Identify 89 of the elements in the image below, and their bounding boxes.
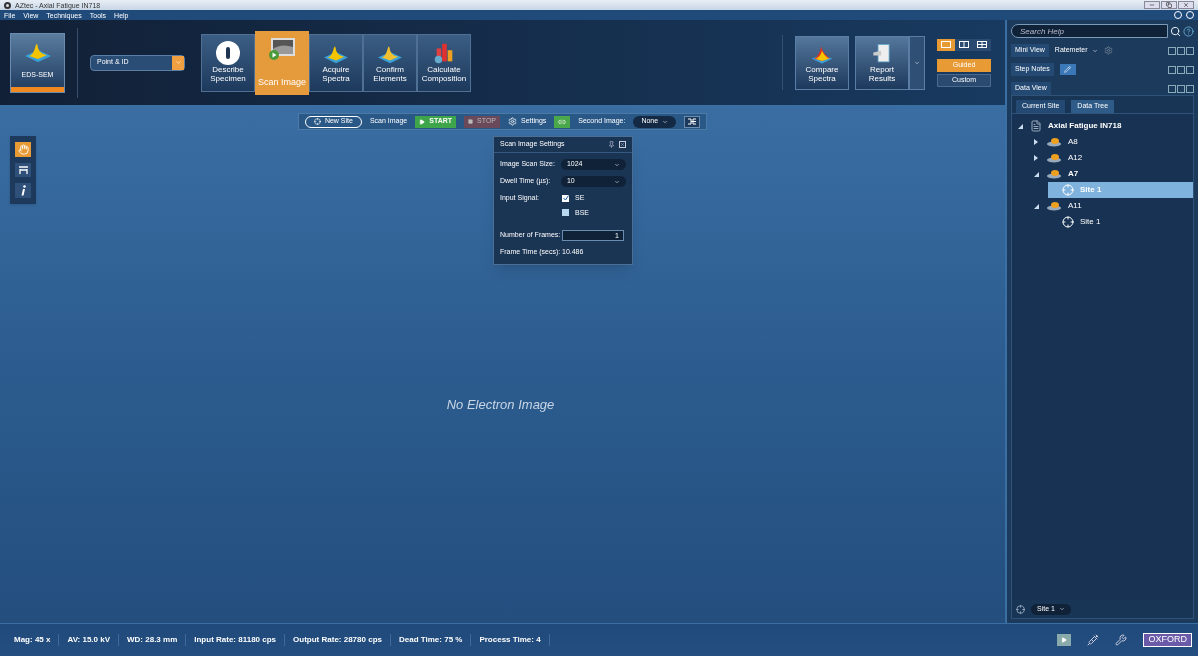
layout-toggle[interactable] xyxy=(955,38,973,51)
checkbox[interactable] xyxy=(562,209,569,217)
caret-icon xyxy=(662,118,669,125)
minimize-icon xyxy=(1149,2,1155,8)
specimen-icon xyxy=(1046,153,1062,163)
status-item: AV: 15.0 kV xyxy=(59,634,119,646)
step-tab[interactable]: Acquire Spectra xyxy=(309,33,363,92)
single-pane-icon xyxy=(941,41,951,48)
tree-item[interactable]: Axial Fatigue IN718 xyxy=(1016,118,1193,134)
caret-icon xyxy=(1058,606,1065,612)
caret-icon xyxy=(614,178,620,185)
ribbon-button[interactable]: Compare Spectra xyxy=(795,35,849,90)
tree-item[interactable]: A12 xyxy=(1032,150,1193,166)
expanded-arrow-icon[interactable] xyxy=(1033,203,1039,209)
settings-icon xyxy=(508,117,517,126)
selection-icon xyxy=(17,165,29,175)
tool-button[interactable] xyxy=(15,162,31,178)
notes-button[interactable] xyxy=(1059,64,1076,75)
collapsed-arrow-icon[interactable] xyxy=(1034,139,1038,145)
document-icon xyxy=(1030,120,1042,132)
expanded-arrow-icon[interactable] xyxy=(1017,123,1023,129)
ribbon-button[interactable]: Report Results xyxy=(855,35,909,90)
play-button[interactable] xyxy=(1057,634,1072,646)
caret-icon xyxy=(614,161,620,168)
tree-item-label: Axial Fatigue IN718 xyxy=(1048,120,1122,132)
empty-image-message: No Electron Image xyxy=(446,395,555,414)
tool-button[interactable] xyxy=(15,183,31,198)
tree-item[interactable]: A8 xyxy=(1032,134,1193,150)
grid-pane-icon xyxy=(977,41,987,48)
swap-button[interactable] xyxy=(684,115,701,128)
search-field[interactable]: Search Help xyxy=(1011,24,1168,38)
layout-toggle[interactable] xyxy=(973,38,991,51)
tree-item-label: Site 1 xyxy=(1080,216,1101,228)
crosshair-icon xyxy=(1016,604,1025,614)
tree-item-label: A12 xyxy=(1068,152,1083,164)
play-icon xyxy=(1061,637,1068,643)
check-icon xyxy=(562,195,569,202)
wrench-icon[interactable] xyxy=(1115,634,1128,646)
pin-icon[interactable] xyxy=(608,141,615,148)
step-tab[interactable]: Describe Specimen xyxy=(201,33,255,92)
specimen-icon xyxy=(1046,137,1062,147)
hand-icon xyxy=(17,143,29,155)
close-button[interactable] xyxy=(1178,1,1194,9)
minimize-button[interactable] xyxy=(1144,1,1160,9)
step-tab[interactable]: Confirm Elements xyxy=(363,33,417,92)
status-item: Output Rate: 28780 cps xyxy=(285,634,391,646)
stop-icon xyxy=(468,119,474,124)
crosshair-icon xyxy=(1062,184,1074,196)
close-icon xyxy=(1183,2,1189,8)
specimen-icon xyxy=(1046,201,1062,211)
status-item: Process Time: 4 xyxy=(471,634,550,646)
tree-item-label: A11 xyxy=(1068,200,1082,212)
tree-item[interactable]: Site 1 xyxy=(1048,214,1193,230)
search-icon[interactable] xyxy=(1170,25,1181,37)
logo: OXFORD xyxy=(1143,633,1192,647)
status-item: Dead Time: 75 % xyxy=(391,634,472,646)
expanded-arrow-icon[interactable] xyxy=(1033,171,1039,177)
tree-item-label: Site 1 xyxy=(1080,184,1102,196)
step-tab[interactable]: Calculate Composition xyxy=(417,33,471,92)
probe-icon[interactable] xyxy=(1087,634,1100,646)
pencil-icon xyxy=(1064,66,1072,73)
info-icon xyxy=(20,185,26,197)
image-icon xyxy=(267,36,297,61)
tree-item[interactable]: A7 xyxy=(1032,166,1193,182)
swap-icon xyxy=(687,118,698,125)
tree-item[interactable]: A11 xyxy=(1032,198,1193,214)
play-icon xyxy=(419,118,426,125)
status-item: WD: 28.3 mm xyxy=(119,634,187,646)
caret-icon xyxy=(914,59,920,66)
link-button[interactable] xyxy=(554,115,571,128)
restore-button[interactable] xyxy=(1161,1,1177,9)
crosshair-icon xyxy=(313,118,321,125)
caret-icon xyxy=(174,59,182,66)
specimen-icon xyxy=(1046,169,1062,179)
tree-item-label: A7 xyxy=(1068,168,1079,180)
layout-toggle[interactable] xyxy=(937,38,955,51)
status-item: Input Rate: 81180 cps xyxy=(186,634,286,646)
caret-icon xyxy=(1091,47,1098,54)
checkbox[interactable] xyxy=(562,194,569,202)
close-icon[interactable] xyxy=(619,141,626,148)
status-item: Mag: 45 x xyxy=(6,634,60,646)
info-icon xyxy=(216,40,240,65)
tree-item-label: A8 xyxy=(1068,136,1078,148)
link-icon xyxy=(558,117,567,126)
split-pane-icon xyxy=(959,41,969,48)
collapsed-arrow-icon[interactable] xyxy=(1034,155,1038,161)
restore-icon xyxy=(1166,2,1172,8)
crosshair-icon xyxy=(1062,216,1074,228)
app-icon xyxy=(4,1,11,9)
